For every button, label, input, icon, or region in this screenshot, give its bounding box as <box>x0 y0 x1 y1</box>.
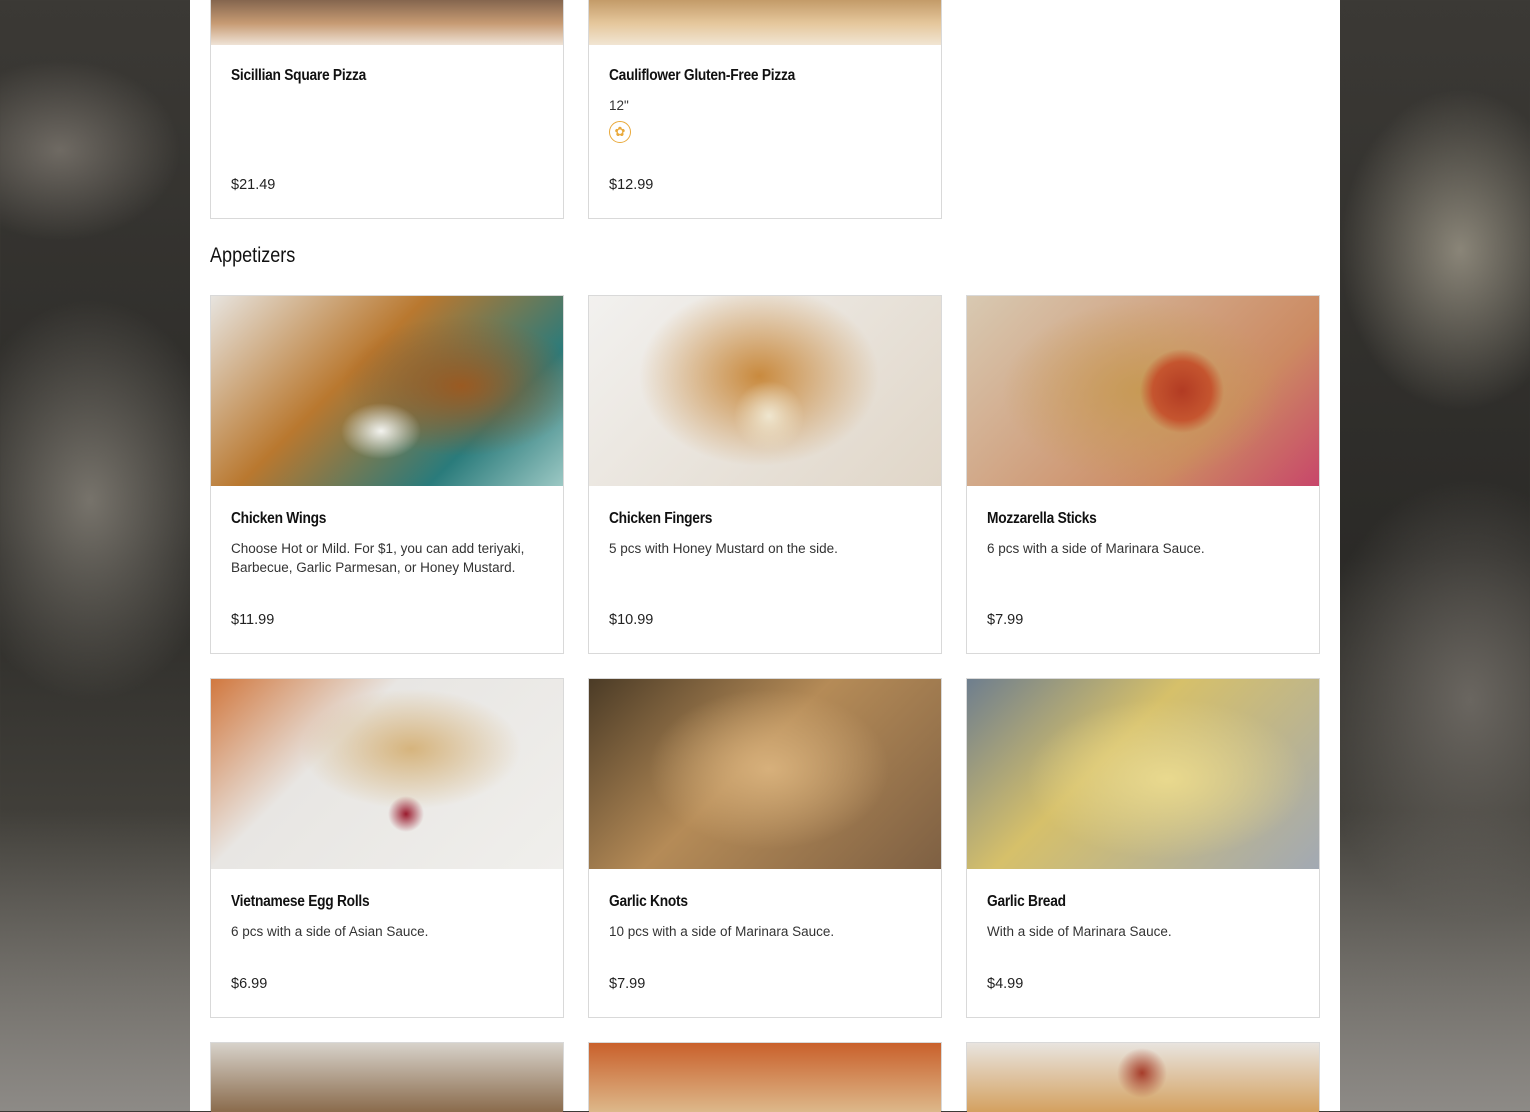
item-name: Cauliflower Gluten-Free Pizza <box>609 67 795 84</box>
menu-item-card[interactable]: Garlic Bread With a side of Marinara Sau… <box>966 678 1320 1018</box>
menu-item-card[interactable] <box>966 1042 1320 1112</box>
item-name: Vietnamese Egg Rolls <box>231 893 370 910</box>
menu-item-card[interactable]: Vietnamese Egg Rolls 6 pcs with a side o… <box>210 678 564 1018</box>
section-title: Appetizers <box>210 244 296 267</box>
item-price: $11.99 <box>231 612 275 628</box>
menu-item-card[interactable]: Cauliflower Gluten-Free Pizza 12" ✿ $12.… <box>588 0 942 219</box>
item-name: Mozzarella Sticks <box>987 510 1097 527</box>
menu-item-card[interactable] <box>210 1042 564 1112</box>
item-photo <box>967 679 1319 869</box>
item-description: 6 pcs with a side of Asian Sauce. <box>231 924 429 939</box>
item-name: Garlic Knots <box>609 893 688 910</box>
menu-item-card[interactable]: Mozzarella Sticks 6 pcs with a side of M… <box>966 295 1320 654</box>
background-photo-right <box>1340 811 1530 1111</box>
item-price: $4.99 <box>987 976 1024 992</box>
item-price: $7.99 <box>987 612 1024 628</box>
item-photo <box>211 1043 563 1112</box>
item-price: $10.99 <box>609 612 654 628</box>
item-price: $7.99 <box>609 976 646 992</box>
item-photo <box>211 679 563 869</box>
item-description: 12" <box>609 98 629 113</box>
item-photo <box>967 1043 1319 1112</box>
menu-item-card[interactable]: Garlic Knots 10 pcs with a side of Marin… <box>588 678 942 1018</box>
item-photo <box>589 296 941 486</box>
item-description: With a side of Marinara Sauce. <box>987 924 1172 939</box>
item-photo <box>211 296 563 486</box>
item-name: Sicillian Square Pizza <box>231 67 367 84</box>
item-name: Chicken Wings <box>231 510 327 527</box>
item-price: $12.99 <box>609 177 654 193</box>
item-name: Garlic Bread <box>987 893 1066 910</box>
menu-item-card[interactable]: Chicken Fingers 5 pcs with Honey Mustard… <box>588 295 942 654</box>
menu-item-card[interactable]: Chicken Wings Choose Hot or Mild. For $1… <box>210 295 564 654</box>
item-description: Choose Hot or Mild. For $1, you can add … <box>231 541 525 575</box>
item-price: $6.99 <box>231 976 268 992</box>
item-photo <box>967 296 1319 486</box>
item-photo <box>589 0 941 45</box>
item-name: Chicken Fingers <box>609 510 713 527</box>
item-photo <box>211 0 563 45</box>
gluten-free-icon: ✿ <box>609 121 631 143</box>
item-photo <box>589 1043 941 1112</box>
item-description: 6 pcs with a side of Marinara Sauce. <box>987 541 1205 556</box>
item-price: $21.49 <box>231 177 276 193</box>
menu-item-card[interactable] <box>588 1042 942 1112</box>
background-photo-left <box>0 811 190 1111</box>
menu-item-card[interactable]: Sicillian Square Pizza $21.49 <box>210 0 564 219</box>
menu-panel: Sicillian Square Pizza $21.49 Cauliflowe… <box>190 0 1340 1112</box>
item-description: 5 pcs with Honey Mustard on the side. <box>609 541 838 556</box>
item-description: 10 pcs with a side of Marinara Sauce. <box>609 924 835 939</box>
item-photo <box>589 679 941 869</box>
